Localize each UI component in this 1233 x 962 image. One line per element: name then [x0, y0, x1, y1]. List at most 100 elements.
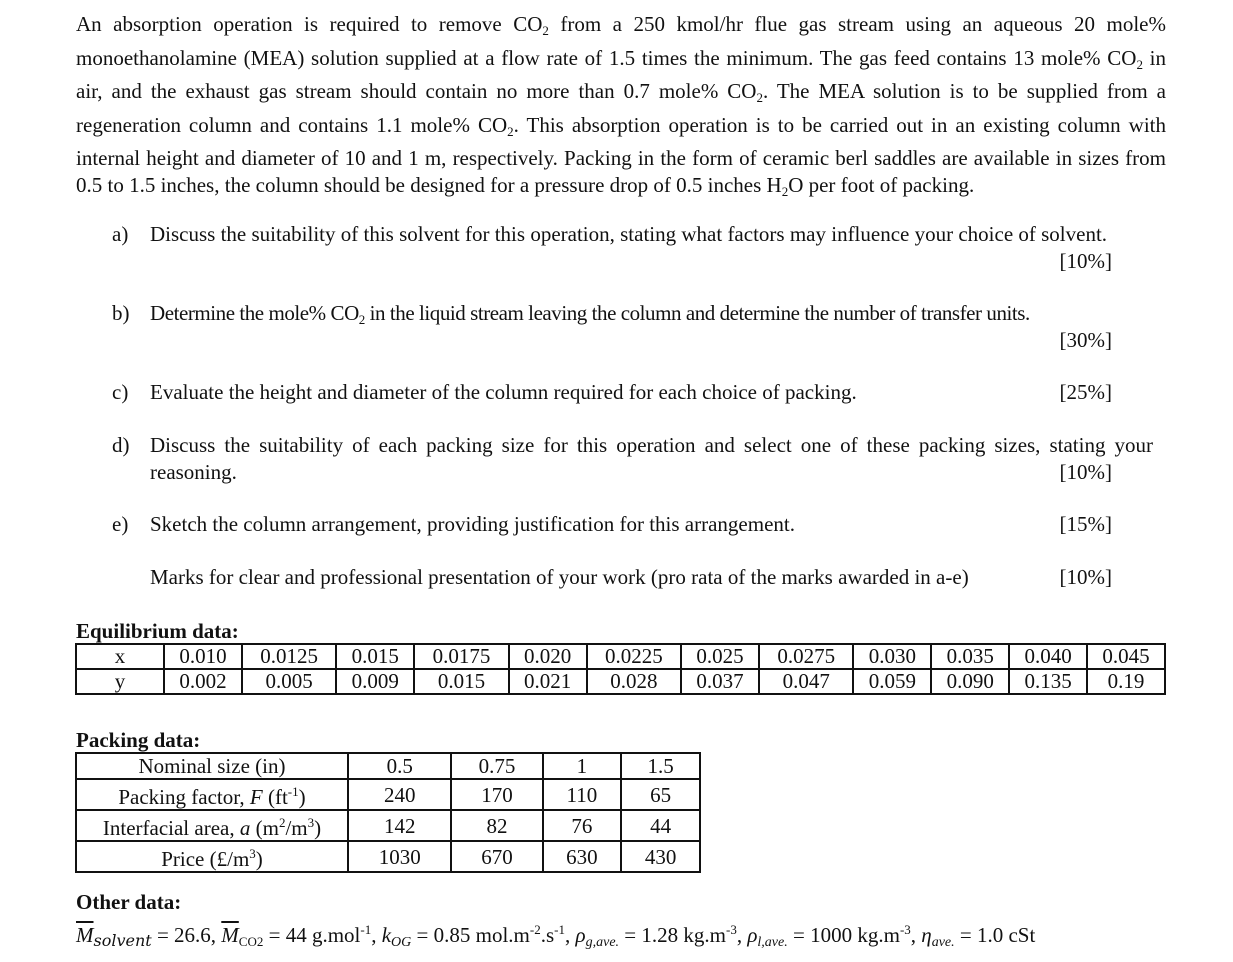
value: = 26.6,: [151, 923, 222, 947]
packing-value-cell: 430: [620, 840, 701, 873]
question-mark: [10%]: [1059, 249, 1112, 273]
packing-value-cell: 1.5: [620, 752, 701, 780]
equilibrium-x-cell: 0.015: [335, 643, 416, 670]
packing-value-cell: 630: [541, 840, 623, 873]
superscript: -1: [287, 784, 299, 799]
equilibrium-y-cell: 0.028: [585, 668, 683, 695]
superscript: -3: [725, 922, 737, 937]
label-part: a: [239, 816, 251, 840]
packing-value-cell: 65: [620, 778, 701, 811]
packing-row: Interfacial area, a (m2/m3) 142 82 76 44: [75, 809, 701, 842]
row-header: y: [75, 668, 165, 695]
label-part: (ft: [262, 785, 288, 809]
question-mark: [25%]: [1059, 380, 1112, 404]
question-c: c) Evaluate the height and diameter of t…: [112, 379, 1112, 406]
equilibrium-x-cell: 0.0275: [757, 643, 855, 670]
separator: ,: [565, 923, 576, 947]
equilibrium-x-cell: 0.045: [1086, 643, 1166, 670]
row-header: Nominal size (in): [75, 752, 349, 780]
label-part: ): [255, 847, 263, 871]
equilibrium-y-cell: 0.19: [1086, 668, 1166, 695]
row-header: x: [75, 643, 165, 670]
symbol: M: [76, 923, 94, 947]
separator: ,: [910, 923, 922, 947]
question-b: b) Determine the mole% CO2 in the liquid…: [112, 300, 1112, 354]
equilibrium-x-cell: 0.040: [1008, 643, 1089, 670]
row-header: Interfacial area, a (m2/m3): [75, 809, 349, 842]
packing-value-cell: 170: [450, 778, 544, 811]
equilibrium-table: x 0.010 0.0125 0.015 0.0175 0.020 0.0225 0.025…: [75, 643, 1166, 695]
equilibrium-x-cell: 0.030: [852, 643, 933, 670]
packing-value-cell: 44: [620, 809, 701, 842]
value: = 0.85 mol.m: [411, 923, 530, 947]
superscript: -1: [360, 922, 372, 937]
equilibrium-y-cell: 0.009: [335, 668, 416, 695]
separator: ,: [371, 923, 382, 947]
subscript: l,ave.: [757, 935, 788, 950]
presentation-marks: Marks for clear and professional present…: [112, 564, 1112, 591]
separator: ,: [736, 923, 748, 947]
superscript: -3: [899, 922, 911, 937]
intro-text: O per foot of packing.: [788, 172, 975, 197]
subscript: CO2: [238, 934, 264, 949]
subscript: OG: [391, 935, 412, 950]
equilibrium-y-cell: 0.059: [852, 668, 933, 695]
packing-value-cell: 670: [450, 840, 544, 873]
packing-value-cell: 1: [541, 752, 623, 780]
subscript: ave.: [931, 935, 955, 950]
question-label: e): [112, 512, 129, 536]
equilibrium-y-cell: 0.090: [930, 668, 1011, 695]
superscript: -1: [554, 922, 566, 937]
packing-value-cell: 76: [541, 809, 623, 842]
other-data-title: Other data:: [76, 890, 182, 914]
row-header: Packing factor, F (ft-1): [75, 778, 349, 811]
question-text-part: in the liquid stream leaving the column …: [364, 301, 1031, 325]
label-part: (m: [250, 816, 279, 840]
equilibrium-x-cell: 0.020: [507, 643, 588, 670]
row-header: Price (£/m3): [75, 840, 349, 873]
equilibrium-y-cell: 0.002: [163, 668, 243, 695]
label-part: Interfacial area,: [102, 816, 240, 840]
equilibrium-title: Equilibrium data:: [76, 619, 239, 643]
packing-value-cell: 1030: [346, 840, 453, 873]
packing-table: Nominal size (in) 0.5 0.75 1 1.5 Packing fa…: [75, 752, 701, 873]
question-text: Discuss the suitability of this solvent …: [150, 222, 1108, 246]
symbol: ρ: [575, 923, 586, 947]
packing-value-cell: 82: [450, 809, 544, 842]
question-e: e) Sketch the column arrangement, provid…: [112, 511, 1112, 538]
question-mark: [10%]: [1059, 565, 1112, 589]
symbol: ρ: [747, 923, 758, 947]
equilibrium-y-cell: 0.015: [413, 668, 510, 695]
question-text: Determine the mole% CO2 in the liquid st…: [150, 300, 1153, 333]
question-mark: [15%]: [1059, 512, 1112, 536]
value: = 1.28 kg.m: [619, 923, 726, 947]
equilibrium-x-cell: 0.010: [163, 643, 243, 670]
question-d: d) Discuss the suitability of each packi…: [112, 432, 1153, 486]
question-text-part: Determine the mole% CO: [150, 301, 359, 325]
equilibrium-x-cell: 0.035: [930, 643, 1011, 670]
label-part: /m: [285, 816, 308, 840]
question-text: Sketch the column arrangement, providing…: [150, 512, 795, 536]
equilibrium-x-cell: 0.025: [680, 643, 760, 670]
problem-statement: An absorption operation is required to r…: [76, 11, 1166, 205]
packing-value-cell: 0.5: [346, 752, 453, 780]
symbol: M: [221, 923, 239, 947]
label-part: ): [298, 785, 306, 809]
equilibrium-row-y: y 0.002 0.005 0.009 0.015 0.021 0.028 0.037 0.0…: [75, 668, 1166, 695]
superscript: -2: [529, 922, 541, 937]
packing-title: Packing data:: [76, 728, 201, 752]
packing-value-cell: 240: [346, 778, 453, 811]
equilibrium-y-cell: 0.135: [1008, 668, 1089, 695]
equilibrium-x-cell: 0.0225: [585, 643, 683, 670]
question-mark: [30%]: [1059, 328, 1112, 352]
equilibrium-y-cell: 0.047: [757, 668, 855, 695]
label-part: ): [314, 816, 322, 840]
question-label: b): [112, 301, 130, 325]
question-text: Evaluate the height and diameter of the …: [150, 380, 857, 404]
packing-row: Nominal size (in) 0.5 0.75 1 1.5: [75, 752, 701, 780]
question-label: c): [112, 380, 129, 404]
intro-text: An absorption operation is required to r…: [76, 12, 543, 36]
packing-value-cell: 0.75: [450, 752, 544, 780]
equilibrium-x-cell: 0.0125: [240, 643, 338, 670]
value: .s: [540, 923, 555, 947]
